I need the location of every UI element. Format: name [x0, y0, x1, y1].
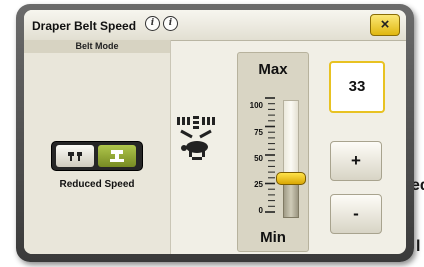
belt-normal-icon [68, 152, 82, 161]
background-text-fragment: l [416, 238, 421, 255]
title-bar: Draper Belt Speed i i × [24, 10, 406, 41]
belt-mode-section: Belt Mode Reduced Speed [24, 40, 171, 254]
speed-value-display: 33 [329, 61, 385, 113]
decrease-button[interactable]: - [330, 194, 382, 234]
close-button[interactable]: × [370, 14, 400, 36]
belt-reduced-icon [110, 150, 124, 162]
draper-belt-speed-dialog: Draper Belt Speed i i × Belt Mode Reduce… [16, 4, 414, 262]
slider-min-label: Min [260, 229, 286, 246]
draper-belt-slow-icon [177, 116, 215, 160]
dialog-panel: Draper Belt Speed i i × Belt Mode Reduce… [24, 10, 406, 254]
slider-thumb[interactable] [276, 171, 306, 185]
slider-max-label: Max [258, 61, 288, 78]
belt-mode-reduced-button[interactable] [98, 145, 136, 167]
tick-label-25: 25 [254, 180, 263, 189]
tick-label-50: 50 [254, 154, 263, 163]
info-icon[interactable]: i [145, 16, 160, 31]
belt-mode-normal-button[interactable] [56, 145, 94, 167]
increase-button[interactable]: + [330, 141, 382, 181]
tick-label-100: 100 [249, 101, 263, 110]
belt-mode-header: Belt Mode [24, 40, 170, 53]
belt-speed-slider-panel: Max 100 75 50 25 0 Min [237, 52, 309, 252]
dialog-title: Draper Belt Speed [32, 19, 137, 33]
tick-label-75: 75 [254, 128, 263, 137]
tick-label-0: 0 [258, 206, 263, 215]
slider-tick-scale [265, 97, 275, 213]
info-icon[interactable]: i [163, 16, 178, 31]
belt-mode-toggle [51, 141, 143, 171]
belt-mode-selected-label: Reduced Speed [59, 179, 135, 190]
